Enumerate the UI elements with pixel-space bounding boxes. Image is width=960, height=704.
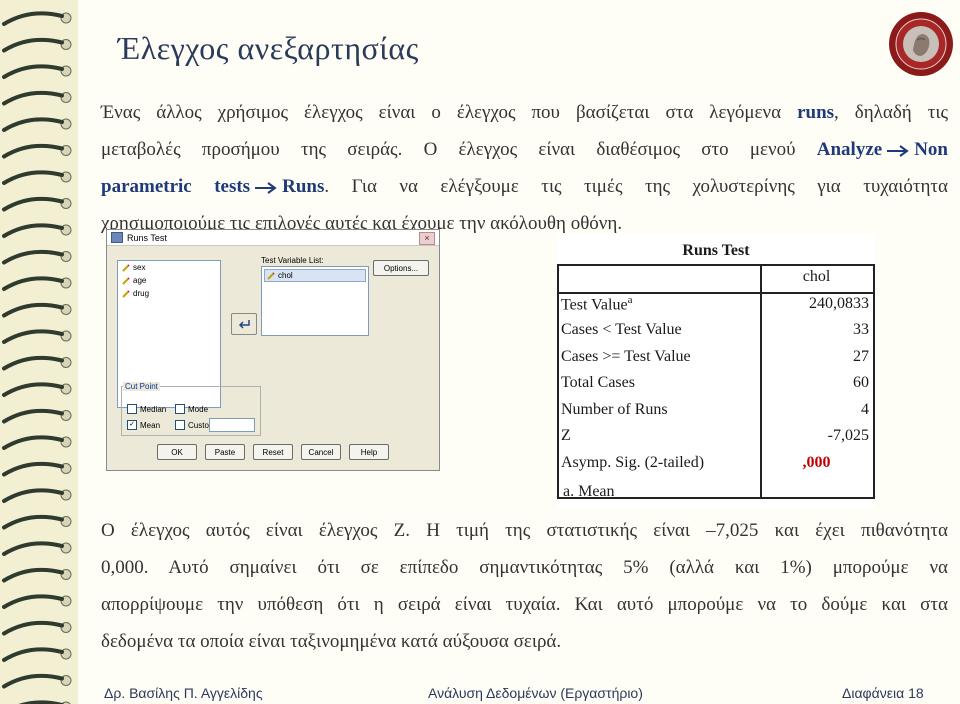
row-label: Asymp. Sig. (2-tailed) (561, 453, 705, 471)
scale-variable-icon (122, 289, 130, 298)
runs-test-dialog: Runs Test × sex age drug Test Variable L… (106, 229, 440, 471)
variable-item-age[interactable]: age (118, 274, 220, 287)
slide-title: Έλεγχος ανεξαρτησίας (118, 30, 419, 66)
conclusion-line-1: Ο έλεγχος αυτός είναι έλεγχος Ζ. Η τιμή … (101, 520, 948, 541)
table-column-divider (760, 264, 762, 497)
table-header-divider (557, 292, 873, 294)
row-value: -7,025 (827, 427, 869, 445)
conclusion-line-4: δεδομένα τα οποία είναι ταξινομημένα κατ… (101, 631, 562, 652)
scale-variable-icon (122, 263, 130, 272)
university-seal-icon (889, 12, 953, 76)
table-row: Cases < Test Value 33 (557, 317, 873, 344)
table-row: Number of Runs 4 (557, 397, 873, 424)
table-footnote: a. Mean (563, 483, 615, 500)
footer-author: Δρ. Βασίλης Π. Αγγελίδης (104, 685, 263, 701)
move-variable-button[interactable] (231, 313, 257, 335)
spss-window-icon (111, 232, 123, 243)
intro-line-1: Ένας άλλος χρήσιμος έλεγχος είναι ο έλεγ… (101, 102, 948, 123)
table-row: Z -7,025 (557, 423, 873, 450)
row-value: 33 (853, 321, 869, 339)
row-label: Z (561, 427, 571, 445)
conclusion-line-3: απορρίψουμε την υπόθεση ότι η σειρά είνα… (101, 594, 948, 615)
help-button[interactable]: Help (349, 444, 389, 460)
mode-checkbox[interactable]: Mode (175, 404, 208, 414)
footer-course: Ανάλυση Δεδομένων (Εργαστήριο) (428, 685, 643, 701)
close-icon[interactable]: × (419, 232, 435, 245)
row-label: Total Cases (561, 374, 635, 392)
row-value: ,000 (802, 453, 831, 471)
test-variable-label: Test Variable List: (261, 256, 324, 265)
cancel-button[interactable]: Cancel (301, 444, 341, 460)
arrow-right-icon (255, 181, 277, 194)
table-row: Asymp. Sig. (2-tailed) ,000 (557, 450, 873, 477)
table-title: Runs Test (682, 242, 750, 259)
mean-checkbox-box[interactable]: ✓ (127, 420, 137, 430)
dialog-title: Runs Test (127, 232, 167, 243)
table-header-row: chol (557, 264, 873, 291)
mean-checkbox[interactable]: ✓ Mean (127, 420, 160, 430)
variable-item-sex[interactable]: sex (118, 261, 220, 274)
runs-test-grid: chol Test Valuea 240,0833 Cases < Test Val… (557, 264, 873, 476)
row-value: 4 (861, 400, 869, 418)
test-variable-list[interactable]: chol (261, 266, 369, 336)
row-value: 60 (853, 374, 869, 392)
column-header-chol: chol (802, 268, 831, 286)
runs-test-output-table: Runs Test chol Test Valuea 240,0833 Cases … (557, 234, 875, 508)
row-value: 240,0833 (809, 294, 869, 312)
table-row: Test Valuea 240,0833 (557, 291, 873, 318)
custom-checkbox-box[interactable] (175, 420, 185, 430)
row-label: Cases < Test Value (561, 321, 682, 339)
move-arrow-icon (238, 320, 250, 329)
reset-button[interactable]: Reset (253, 444, 293, 460)
spiral-binding (0, 0, 80, 704)
conclusion-line-2: 0,000. Αυτό σημαίνει ότι σε επίπεδο σημα… (101, 557, 948, 578)
row-label: Test Valuea (561, 293, 633, 313)
arrow-right-icon (887, 144, 909, 157)
custom-cutpoint-input[interactable] (209, 418, 255, 432)
median-checkbox[interactable]: Median (127, 404, 166, 414)
row-label: Number of Runs (561, 400, 668, 418)
options-button[interactable]: Options... (373, 260, 429, 276)
median-checkbox-box[interactable] (127, 404, 137, 414)
scale-variable-icon (267, 271, 275, 280)
intro-paragraph: Ένας άλλος χρήσιμος έλεγχος είναι ο έλεγ… (101, 94, 948, 242)
cut-point-label: Cut Point (123, 382, 160, 391)
footer-slide-number: Διαφάνεια 18 (842, 685, 924, 701)
intro-line-3: parametric tests Runs. Για να ελέγξουμε τ… (101, 176, 948, 197)
ok-button[interactable]: OK (157, 444, 197, 460)
mode-checkbox-box[interactable] (175, 404, 185, 414)
conclusion-paragraph: Ο έλεγχος αυτός είναι έλεγχος Ζ. Η τιμή … (101, 512, 948, 660)
header-empty-cell (557, 264, 760, 291)
table-row: Total Cases 60 (557, 370, 873, 397)
scale-variable-icon (122, 276, 130, 285)
dialog-titlebar: Runs Test (107, 230, 439, 246)
paste-button[interactable]: Paste (205, 444, 245, 460)
variable-item-drug[interactable]: drug (118, 287, 220, 300)
table-row: Cases >= Test Value 27 (557, 344, 873, 371)
test-variable-item[interactable]: chol (264, 269, 366, 282)
intro-line-2: μεταβολές προσήμου της σειράς. Ο έλεγχος… (101, 139, 948, 160)
row-value: 27 (853, 347, 869, 365)
row-label: Cases >= Test Value (561, 347, 691, 365)
